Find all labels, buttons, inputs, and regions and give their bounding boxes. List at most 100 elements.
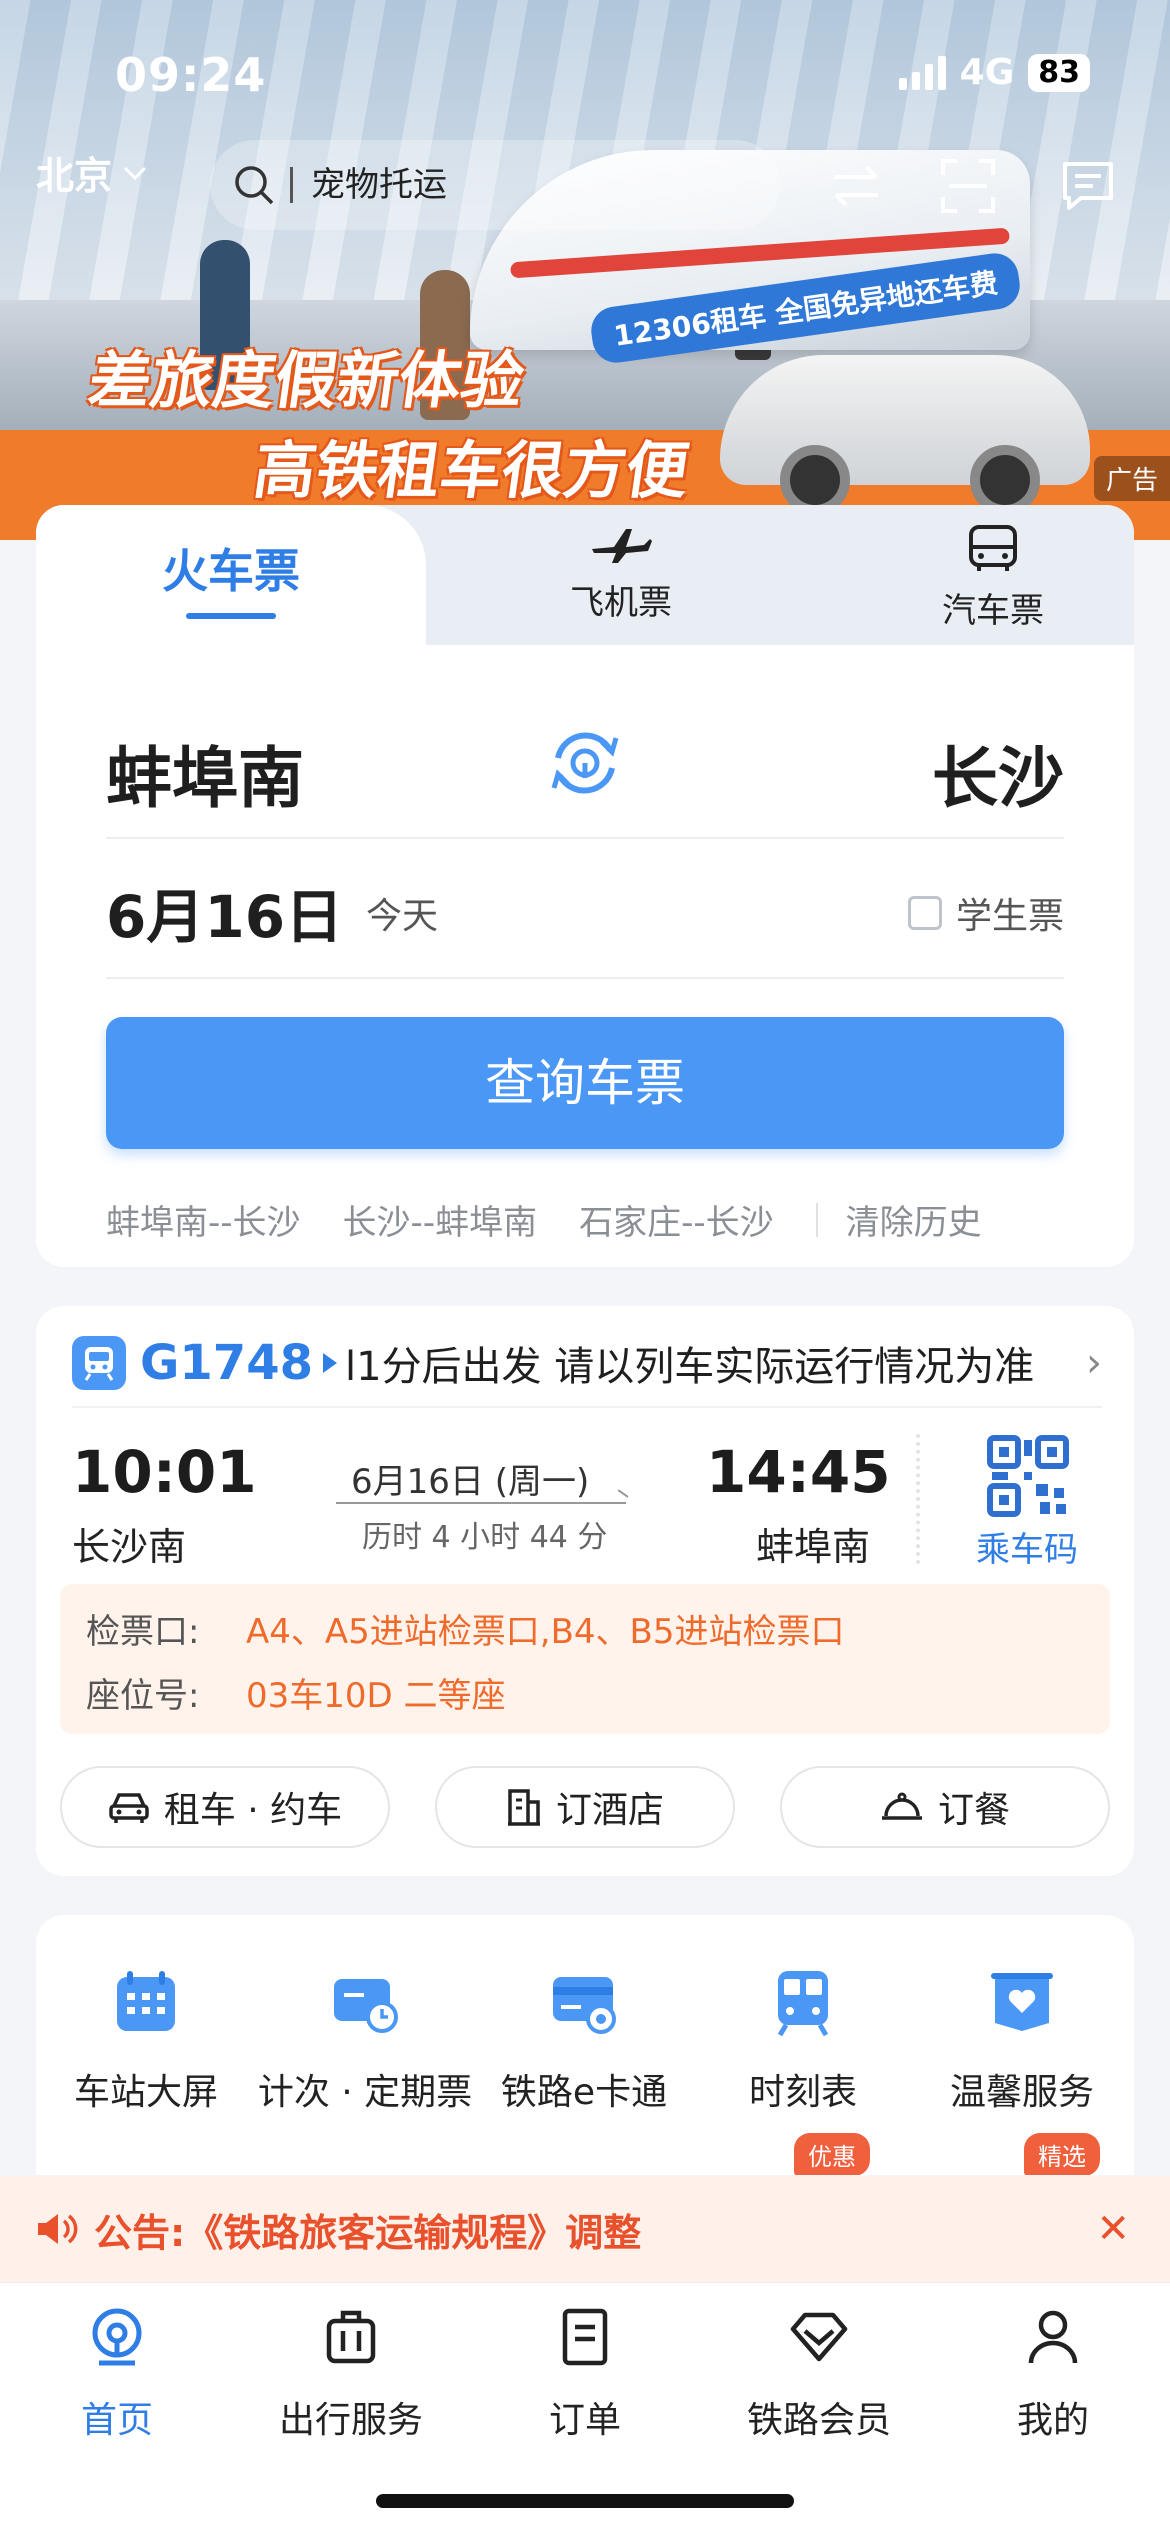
ticket-info-box: 检票口: A4、A5进站检票口,B4、B5进站检票口 座位号: 03车10D 二等座 — [60, 1584, 1110, 1734]
chevron-right-icon: › — [1086, 1340, 1102, 1386]
ecard-icon — [553, 1977, 616, 2034]
tab-travel-services[interactable]: 出行服务 — [234, 2305, 468, 2443]
train-number: G1748 — [140, 1335, 313, 1391]
tab-underline — [186, 613, 276, 619]
departure-station: 长沙南 — [72, 1525, 187, 1569]
timetable-icon — [777, 1971, 829, 2037]
tab-membership[interactable]: 铁路会员 — [702, 2305, 936, 2443]
service-label: 温馨服务 — [949, 2072, 1094, 2113]
travel-date[interactable]: 6月16日 — [106, 870, 343, 954]
announcement-text: 公告:《铁路旅客运输规程》调整 — [94, 2210, 642, 2255]
service-ecard[interactable]: 铁路e卡通 — [474, 1967, 694, 2115]
order-meal-label: 订餐 — [937, 1790, 1010, 1831]
student-ticket-toggle[interactable]: 学生票 — [907, 887, 1064, 939]
switch-icon[interactable] — [818, 148, 894, 224]
service-care[interactable]: 温馨服务 — [912, 1967, 1132, 2115]
date-note: 今天 — [366, 896, 439, 937]
play-triangle-icon — [323, 1353, 337, 1373]
banner-slogan-line1: 差旅度假新体验 — [84, 344, 529, 417]
tab-home[interactable]: 首页 — [0, 2305, 234, 2443]
trip-duration: 历时 4 小时 44 分 — [362, 1520, 608, 1555]
tab-bus-label: 汽车票 — [942, 591, 1044, 631]
trip-date: 6月16日 (周一) — [351, 1462, 590, 1502]
car-rental-button[interactable]: 租车 · 约车 — [60, 1766, 390, 1848]
status-indicators: 4G 83 — [898, 52, 1090, 93]
home-indicator — [376, 2494, 794, 2508]
signal-icon — [898, 55, 946, 90]
tab-orders[interactable]: 订单 — [468, 2305, 702, 2443]
service-label: 计次 · 定期票 — [257, 2072, 473, 2113]
tab-bus[interactable]: 汽车票 — [863, 525, 1123, 632]
city-label: 北京 — [36, 154, 113, 198]
swap-icon — [551, 732, 619, 794]
tab-label: 订单 — [548, 2400, 621, 2441]
tab-label: 我的 — [1016, 2400, 1089, 2441]
search-history: 蚌埠南--长沙 长沙--蚌埠南 石家庄--长沙 清除历史 — [106, 1195, 1064, 1244]
tab-flight[interactable]: 飞机票 — [491, 525, 751, 624]
query-tickets-button[interactable]: 查询车票 — [106, 1017, 1064, 1149]
car-icon — [109, 1793, 149, 1823]
diamond-icon — [790, 2312, 848, 2362]
gate-label: 检票口: — [86, 1612, 200, 1652]
train-icon — [72, 1336, 126, 1390]
divider — [916, 1434, 920, 1564]
order-meal-button[interactable]: 订餐 — [780, 1766, 1110, 1848]
seat-row: 座位号: 03车10D 二等座 — [86, 1668, 506, 1717]
services-grid: 车站大屏 计次 · 定期票 铁路e卡通 时刻表 温馨服务 优惠 精选 — [36, 1915, 1134, 2175]
service-timetable[interactable]: 时刻表 — [693, 1967, 913, 2115]
battery-icon: 83 — [1028, 53, 1090, 92]
service-count-ticket[interactable]: 计次 · 定期票 — [255, 1967, 475, 2115]
city-selector[interactable]: 北京 — [36, 145, 148, 200]
to-station[interactable]: 长沙 — [932, 725, 1064, 821]
arrival-time: 14:45 — [706, 1438, 891, 1506]
history-item[interactable]: 蚌埠南--长沙 — [106, 1195, 301, 1244]
announcement-bar[interactable]: 公告:《铁路旅客运输规程》调整 ✕ — [0, 2176, 1170, 2282]
student-label: 学生票 — [955, 896, 1064, 937]
departure-notice: l1分后出发 请以列车实际运行情况为准 — [345, 1344, 1035, 1390]
home-icon — [92, 2308, 142, 2366]
trip-notice-row[interactable]: G1748 l1分后出发 请以列车实际运行情况为准 › — [72, 1334, 1102, 1392]
status-time: 09:24 — [115, 48, 267, 102]
tab-profile[interactable]: 我的 — [936, 2305, 1170, 2443]
speaker-icon — [38, 2214, 78, 2244]
discount-badge: 优惠 — [794, 2133, 870, 2175]
history-item[interactable]: 石家庄--长沙 — [579, 1195, 774, 1244]
car-illustration — [720, 355, 1090, 515]
meal-cloche-icon — [881, 1792, 922, 1820]
featured-badge: 精选 — [1024, 2133, 1100, 2175]
calendar-screen-icon — [117, 1971, 175, 2031]
book-hotel-button[interactable]: 订酒店 — [435, 1766, 735, 1848]
from-station[interactable]: 蚌埠南 — [106, 725, 304, 821]
plane-icon — [592, 529, 652, 563]
seat-label: 座位号: — [86, 1676, 200, 1716]
service-station-screen[interactable]: 车站大屏 — [36, 1967, 256, 2115]
ticket-clock-icon — [334, 1979, 398, 2033]
close-icon[interactable]: ✕ — [1096, 2206, 1130, 2252]
divider — [72, 1406, 1102, 1408]
swap-stations-button[interactable] — [544, 722, 626, 804]
gate-row: 检票口: A4、A5进站检票口,B4、B5进站检票口 — [86, 1604, 845, 1653]
seat-value: 03车10D 二等座 — [246, 1676, 506, 1716]
tab-train-label[interactable]: 火车票 — [36, 535, 426, 601]
arrow-icon — [336, 1502, 626, 1504]
arrival-station: 蚌埠南 — [756, 1525, 871, 1569]
scan-icon[interactable] — [930, 148, 1006, 224]
qr-code-label[interactable]: 乘车码 — [976, 1522, 1078, 1571]
gate-value: A4、A5进站检票口,B4、B5进站检票口 — [246, 1612, 845, 1652]
history-item[interactable]: 长沙--蚌埠南 — [343, 1195, 538, 1244]
divider — [106, 837, 1064, 839]
tab-label: 出行服务 — [278, 2400, 423, 2441]
search-bar[interactable]: 宠物托运 — [210, 140, 780, 230]
service-label: 时刻表 — [748, 2072, 857, 2113]
clear-history-button[interactable]: 清除历史 — [846, 1195, 982, 1244]
divider — [106, 977, 1064, 979]
message-icon[interactable] — [1050, 148, 1126, 224]
qr-code-icon[interactable] — [986, 1434, 1070, 1518]
search-icon — [235, 166, 274, 205]
ticket-booking-card: 火车票 飞机票 汽车票 蚌埠南 长沙 6月16日 今天 学生票 查询车票 蚌埠南… — [36, 505, 1134, 1267]
departure-time: 10:01 — [72, 1438, 257, 1506]
heart-service-icon — [991, 1973, 1053, 2031]
student-checkbox[interactable] — [907, 896, 942, 930]
upcoming-trip-card[interactable]: G1748 l1分后出发 请以列车实际运行情况为准 › 10:01 长沙南 6月… — [36, 1306, 1134, 1876]
order-icon — [562, 2308, 608, 2366]
